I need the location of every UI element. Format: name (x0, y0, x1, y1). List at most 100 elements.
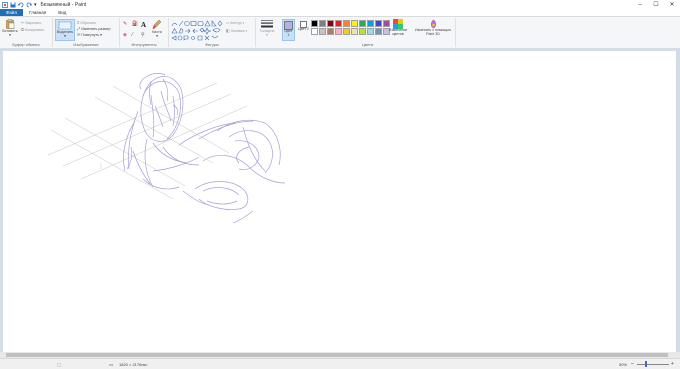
edit-colors-button[interactable]: Изменение цветов (388, 19, 408, 42)
colors-group-label: Цвета (361, 42, 374, 47)
crop-label: Обрезать (80, 20, 97, 25)
palette-swatch[interactable] (359, 28, 366, 35)
color-palette (311, 20, 397, 38)
outline-dropdown-icon[interactable]: ▾ (243, 21, 245, 25)
maximize-button[interactable]: ☐ (648, 0, 664, 9)
palette-swatch[interactable] (319, 28, 326, 35)
clipboard-group-label: Буфер обмена (12, 42, 40, 47)
palette-swatch[interactable] (375, 28, 382, 35)
rotate-icon: ⟳ (77, 32, 81, 37)
size-button[interactable]: Толщина ▾ (257, 19, 277, 41)
sketch-drawing (47, 73, 286, 224)
palette-swatch[interactable] (311, 28, 318, 35)
select-rectangle-icon (58, 21, 72, 30)
shapes-gallery-icon[interactable] (171, 20, 223, 41)
rotate-dropdown-icon[interactable]: ▾ (100, 33, 102, 37)
tab-file[interactable]: Файл (0, 9, 24, 16)
tools-group-label: Инструменты (131, 42, 157, 47)
outline-button[interactable]: ▱ Контур ▾ (226, 20, 244, 25)
palette-swatch[interactable] (351, 20, 358, 27)
fill-label: Заливка (230, 28, 245, 33)
colors-group: Цвет 1 Цвет 2 Изменение цветов Изменить … (280, 18, 456, 47)
rotate-button[interactable]: ⟳ Повернуть ▾ (77, 32, 102, 37)
title-bar: ▾ Безымянный - Paint – ☐ ✕ (0, 0, 680, 9)
brushes-button[interactable]: Кисти ▾ (150, 19, 164, 38)
zoom-in-button[interactable]: + (671, 361, 674, 367)
drawing-canvas[interactable] (3, 51, 676, 353)
magnifier-icon[interactable]: ⚲ (141, 32, 148, 38)
image-group-label: Изображение (73, 42, 99, 47)
tab-view[interactable]: Вид (52, 9, 72, 16)
palette-swatch[interactable] (335, 20, 342, 27)
redo-icon[interactable] (26, 2, 32, 8)
outline-label: Контур (230, 20, 242, 25)
pencil-icon[interactable]: ✎ (123, 21, 130, 29)
status-bar: ⬚ ▭ 1820 × 2176пкс 50% – + (0, 358, 680, 369)
selection-size-icon: ⬚ (57, 362, 62, 367)
palette-swatch[interactable] (319, 20, 326, 27)
clipboard-icon (6, 19, 15, 29)
size-dropdown-icon[interactable]: ▾ (257, 33, 277, 37)
palette-swatch[interactable] (367, 20, 374, 27)
fill-dropdown-icon[interactable]: ▾ (246, 29, 248, 33)
copy-icon: ⧉ (21, 27, 24, 32)
shapes-group: ▱ Контур ▾ ◧ Заливка ▾ Фигуры (169, 18, 256, 47)
fill-icon: ◧ (226, 28, 230, 33)
fill-bucket-icon[interactable]: ⛽ (132, 21, 139, 29)
tab-home[interactable]: Главная (23, 9, 52, 16)
brush-icon (152, 19, 162, 29)
tools-group: ✎ ⛽ A ◆ ⁄ ⚲ Кисти ▾ Инструменты (120, 18, 169, 47)
cut-label: Вырезать (25, 20, 42, 25)
palette-swatch[interactable] (327, 28, 334, 35)
zoom-out-button[interactable]: – (631, 361, 634, 367)
shapes-group-label: Фигуры (205, 42, 219, 47)
close-button[interactable]: ✕ (664, 0, 680, 9)
palette-swatch[interactable] (359, 20, 366, 27)
crop-button[interactable]: ⌗ Обрезать (77, 20, 96, 25)
zoom-slider-thumb[interactable] (645, 361, 647, 367)
line-thickness-icon (261, 20, 273, 28)
eraser-icon[interactable]: ◆ (123, 32, 130, 38)
color-picker-icon[interactable]: ⁄ (132, 32, 139, 38)
image-dimensions-icon: ▭ (109, 362, 114, 367)
horizontal-scroll-thumb[interactable] (6, 353, 668, 357)
text-icon[interactable]: A (141, 21, 148, 29)
paste-dropdown-icon[interactable]: ▾ (2, 33, 18, 37)
customize-toolbar-icon[interactable]: ▾ (34, 2, 37, 8)
minimize-button[interactable]: – (632, 0, 648, 9)
color2-button[interactable]: Цвет 2 (297, 19, 310, 41)
palette-swatch[interactable] (343, 20, 350, 27)
brushes-dropdown-icon[interactable]: ▾ (150, 34, 164, 38)
palette-swatch[interactable] (367, 28, 374, 35)
canvas-area (0, 48, 680, 353)
zoom-slider[interactable] (637, 364, 669, 365)
palette-swatch[interactable] (335, 28, 342, 35)
scissors-icon: ✂ (21, 20, 25, 25)
paint-app-icon (2, 1, 8, 8)
outline-icon: ▱ (226, 20, 230, 25)
copy-button[interactable]: ⧉ Копировать (21, 27, 44, 32)
window-title: Безымянный - Paint (40, 1, 87, 8)
rotate-label: Повернуть (81, 32, 100, 37)
save-icon[interactable] (10, 2, 16, 8)
palette-swatch[interactable] (343, 28, 350, 35)
quick-access-toolbar: ▾ (0, 0, 37, 9)
fill-button[interactable]: ◧ Заливка ▾ (226, 28, 247, 33)
image-dimensions: 1820 × 2176пкс (119, 362, 148, 367)
palette-swatch[interactable] (351, 28, 358, 35)
zoom-level: 50% (619, 362, 628, 367)
undo-icon[interactable] (18, 2, 24, 8)
resize-button[interactable]: ⤢ Изменить размер (77, 26, 111, 31)
color1-button[interactable]: Цвет 1 (282, 19, 295, 41)
palette-swatch[interactable] (375, 20, 382, 27)
select-dropdown-icon[interactable]: ▾ (56, 34, 74, 38)
color1-label: Цвет 1 (284, 29, 293, 37)
palette-swatch[interactable] (311, 20, 318, 27)
cut-button[interactable]: ✂ Вырезать (21, 20, 41, 25)
select-button[interactable]: Выделить ▾ (55, 19, 75, 41)
palette-swatch[interactable] (327, 20, 334, 27)
paint3d-button[interactable]: Изменить с помощью Paint 3D (414, 19, 452, 42)
ribbon-tabs: Файл Главная Вид (0, 9, 680, 16)
paste-button[interactable]: Вставить ▾ (2, 19, 18, 39)
clipboard-group: Вставить ▾ ✂ Вырезать ⧉ Копировать Буфер… (0, 18, 53, 47)
